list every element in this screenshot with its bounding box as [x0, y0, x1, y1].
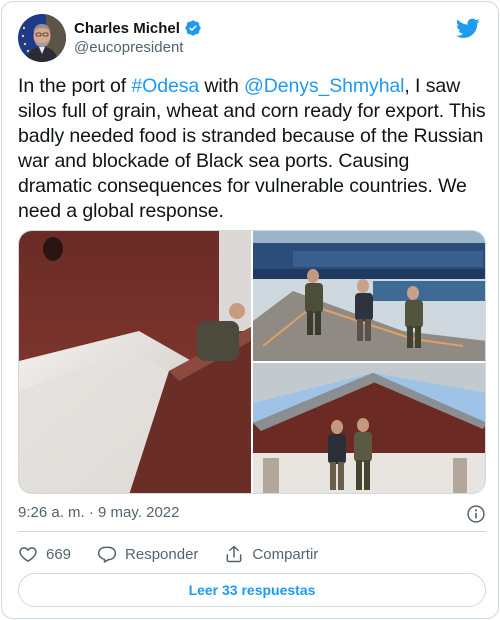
avatar[interactable]	[18, 14, 66, 62]
author-handle[interactable]: @eucopresident	[74, 39, 202, 56]
reply-label: Responder	[125, 545, 199, 563]
tweet-card: Charles Michel @eucopresident In the por…	[1, 1, 499, 619]
twitter-bird-icon[interactable]	[455, 16, 480, 40]
photo-grain-silo[interactable]	[19, 231, 251, 493]
media-grid	[18, 230, 486, 494]
tweet-header: Charles Michel @eucopresident	[18, 14, 482, 62]
share-label: Compartir	[252, 545, 319, 563]
read-replies-button[interactable]: Leer 33 respuestas	[18, 573, 486, 607]
divider	[18, 531, 486, 532]
photo-port-stairs[interactable]	[253, 231, 485, 361]
timestamp[interactable]: 9:26 a. m. · 9 may. 2022	[18, 504, 179, 521]
hashtag-link[interactable]: #Odesa	[131, 75, 199, 97]
info-icon[interactable]	[466, 504, 486, 524]
tweet-text-suffix: , I saw silos full of grain, wheat and c…	[18, 75, 486, 222]
tweet-text: In the port of #Odesa with @Denys_Shmyha…	[18, 74, 486, 224]
heart-icon	[18, 544, 38, 564]
tweet-meta: 9:26 a. m. · 9 may. 2022	[18, 504, 486, 524]
action-bar: 669 Responder Compartir	[18, 542, 344, 566]
reply-button[interactable]: Responder	[97, 544, 198, 564]
verified-badge-icon	[184, 19, 202, 37]
user-info: Charles Michel @eucopresident	[74, 18, 202, 56]
share-button[interactable]: Compartir	[224, 544, 318, 564]
tweet-text-prefix: In the port of	[18, 75, 132, 97]
author-name[interactable]: Charles Michel	[74, 20, 180, 37]
tweet-text-middle: with	[199, 75, 245, 97]
reply-bubble-icon	[97, 544, 117, 564]
like-count: 669	[46, 545, 72, 563]
mention-link[interactable]: @Denys_Shmyhal	[244, 75, 404, 97]
like-button[interactable]: 669	[18, 544, 71, 564]
photo-port-structure[interactable]	[253, 363, 485, 493]
share-icon	[224, 544, 244, 564]
name-row: Charles Michel	[74, 18, 202, 38]
